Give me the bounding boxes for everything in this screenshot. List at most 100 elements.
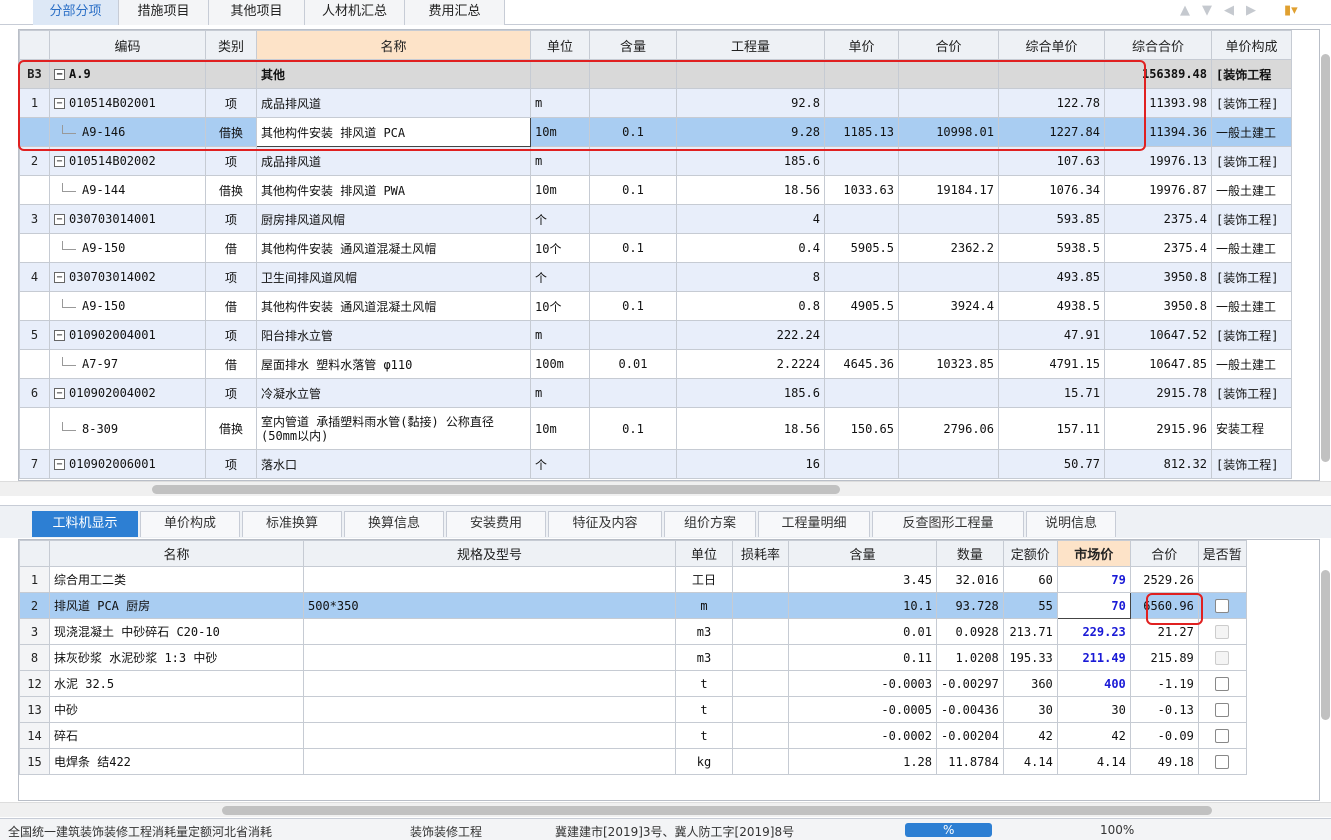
unit-composite-cell[interactable]: 50.77: [998, 449, 1105, 479]
material-name[interactable]: 水泥 32.5: [49, 670, 304, 697]
material-ratio[interactable]: -0.0003: [788, 670, 937, 697]
quantity-cell[interactable]: 8: [676, 262, 825, 292]
composite-total-cell[interactable]: 2915.78: [1104, 378, 1212, 408]
unit-composite-cell[interactable]: 493.85: [998, 262, 1105, 292]
material-qty[interactable]: 11.8784: [936, 748, 1004, 775]
code-cell[interactable]: −010902006001: [49, 449, 206, 479]
tab-cuoshi[interactable]: 措施项目: [119, 0, 209, 25]
code-cell[interactable]: A9-150: [49, 291, 206, 321]
material-ratio[interactable]: -0.0002: [788, 722, 937, 749]
composition-cell[interactable]: 一般土建工: [1211, 233, 1292, 263]
category-cell[interactable]: 项: [205, 146, 257, 176]
loss-rate[interactable]: [732, 670, 789, 697]
table-row[interactable]: 8-309 借换 室内管道 承插塑料雨水管(黏接) 公称直径(50mm以内) 10m 0…: [19, 407, 1292, 450]
composite-total-cell[interactable]: 2375.4: [1104, 233, 1212, 263]
price-cell[interactable]: 4645.36: [824, 349, 899, 379]
composite-total-cell[interactable]: 2375.4: [1104, 204, 1212, 234]
price-cell[interactable]: [824, 146, 899, 176]
status-zoom[interactable]: 100%: [1100, 823, 1134, 837]
composite-total-cell[interactable]: 812.32: [1104, 449, 1212, 479]
unit-composite-cell[interactable]: 122.78: [998, 88, 1105, 118]
unit-cell[interactable]: m: [530, 320, 590, 350]
col-header[interactable]: 含量: [788, 540, 937, 567]
material-ratio[interactable]: 3.45: [788, 566, 937, 593]
price-cell[interactable]: 150.65: [824, 407, 899, 450]
provisional-cell[interactable]: [1197, 748, 1247, 775]
total-cell[interactable]: [898, 88, 999, 118]
category-cell[interactable]: 项: [205, 204, 257, 234]
unit-cell[interactable]: 10个: [530, 291, 590, 321]
quantity-cell[interactable]: 185.6: [676, 378, 825, 408]
material-spec[interactable]: [303, 644, 676, 671]
material-spec[interactable]: 500*350: [303, 592, 676, 619]
category-cell[interactable]: 借: [205, 349, 257, 379]
tab-anzhuang-feiyong[interactable]: 安装费用: [446, 511, 546, 537]
unit-cell[interactable]: 10m: [530, 175, 590, 205]
material-unit[interactable]: kg: [675, 748, 733, 775]
market-price[interactable]: 79: [1056, 566, 1131, 593]
material-total[interactable]: -0.13: [1129, 696, 1199, 723]
material-row[interactable]: 1 综合用工二类 工日 3.45 32.016 60 79 2529.26: [19, 566, 1247, 593]
tab-gongliaoji[interactable]: 工料机显示: [32, 511, 138, 537]
provisional-checkbox[interactable]: [1215, 598, 1230, 613]
material-spec[interactable]: [303, 566, 676, 593]
unit-cell[interactable]: m: [530, 146, 590, 176]
total-cell[interactable]: [898, 59, 999, 89]
material-row[interactable]: 12 水泥 32.5 t -0.0003 -0.00297 360 400 -1.19: [19, 670, 1247, 697]
category-cell[interactable]: 项: [205, 88, 257, 118]
base-price[interactable]: 213.71: [1002, 618, 1058, 645]
unit-composite-cell[interactable]: [998, 59, 1105, 89]
col-header[interactable]: 市场价: [1056, 540, 1131, 567]
composition-cell[interactable]: 一般土建工: [1211, 291, 1292, 321]
col-header[interactable]: 单位: [530, 30, 590, 60]
price-cell[interactable]: [824, 204, 899, 234]
unit-composite-cell[interactable]: 593.85: [998, 204, 1105, 234]
col-header[interactable]: 规格及型号: [303, 540, 676, 567]
code-cell[interactable]: − A.9: [49, 59, 206, 89]
unit-cell[interactable]: 个: [530, 262, 590, 292]
unit-cell[interactable]: 10个: [530, 233, 590, 263]
material-spec[interactable]: [303, 670, 676, 697]
quantity-cell[interactable]: 4: [676, 204, 825, 234]
col-header[interactable]: 编码: [49, 30, 206, 60]
provisional-cell[interactable]: [1197, 696, 1247, 723]
provisional-checkbox[interactable]: [1215, 754, 1230, 769]
material-total[interactable]: 49.18: [1129, 748, 1199, 775]
code-cell[interactable]: A9-144: [49, 175, 206, 205]
ratio-cell[interactable]: 0.01: [589, 349, 677, 379]
ratio-cell[interactable]: [589, 378, 677, 408]
ratio-cell[interactable]: 0.1: [589, 407, 677, 450]
collapse-icon[interactable]: −: [54, 330, 65, 341]
col-header[interactable]: 定额价: [1002, 540, 1058, 567]
arrow-down-icon[interactable]: ▼: [1202, 3, 1212, 18]
col-header[interactable]: 含量: [589, 30, 677, 60]
ratio-cell[interactable]: [589, 320, 677, 350]
name-cell[interactable]: 其他构件安装 排风道 PCA: [256, 117, 531, 147]
col-header[interactable]: [19, 30, 50, 60]
tab-tezheng[interactable]: 特征及内容: [548, 511, 662, 537]
unit-composite-cell[interactable]: 107.63: [998, 146, 1105, 176]
code-cell[interactable]: A7-97: [49, 349, 206, 379]
market-price[interactable]: 70: [1056, 592, 1131, 619]
unit-cell[interactable]: 10m: [530, 117, 590, 147]
ratio-cell[interactable]: 0.1: [589, 291, 677, 321]
composite-total-cell[interactable]: 19976.87: [1104, 175, 1212, 205]
provisional-cell[interactable]: [1197, 566, 1247, 593]
col-header[interactable]: 单位: [675, 540, 733, 567]
composition-cell[interactable]: 安装工程: [1211, 407, 1292, 450]
base-price[interactable]: 60: [1002, 566, 1058, 593]
unit-cell[interactable]: 100m: [530, 349, 590, 379]
unit-composite-cell[interactable]: 15.71: [998, 378, 1105, 408]
table-row[interactable]: 3−030703014001 项厨房排风道风帽个 4 593.85 2375.4 [装饰工…: [19, 204, 1292, 234]
collapse-icon[interactable]: −: [54, 214, 65, 225]
unit-composite-cell[interactable]: 1076.34: [998, 175, 1105, 205]
ratio-cell[interactable]: [589, 88, 677, 118]
name-cell[interactable]: 屋面排水 塑料水落管 φ110: [256, 349, 531, 379]
table-row[interactable]: 7−010902006001 项落水口个 16 50.77 812.32 [装饰工程]: [19, 449, 1292, 479]
col-header[interactable]: 合价: [1129, 540, 1199, 567]
col-header[interactable]: 名称: [49, 540, 304, 567]
category-cell[interactable]: 借: [205, 291, 257, 321]
material-unit[interactable]: 工日: [675, 566, 733, 593]
composite-total-cell[interactable]: 19976.13: [1104, 146, 1212, 176]
quantity-cell[interactable]: 2.2224: [676, 349, 825, 379]
